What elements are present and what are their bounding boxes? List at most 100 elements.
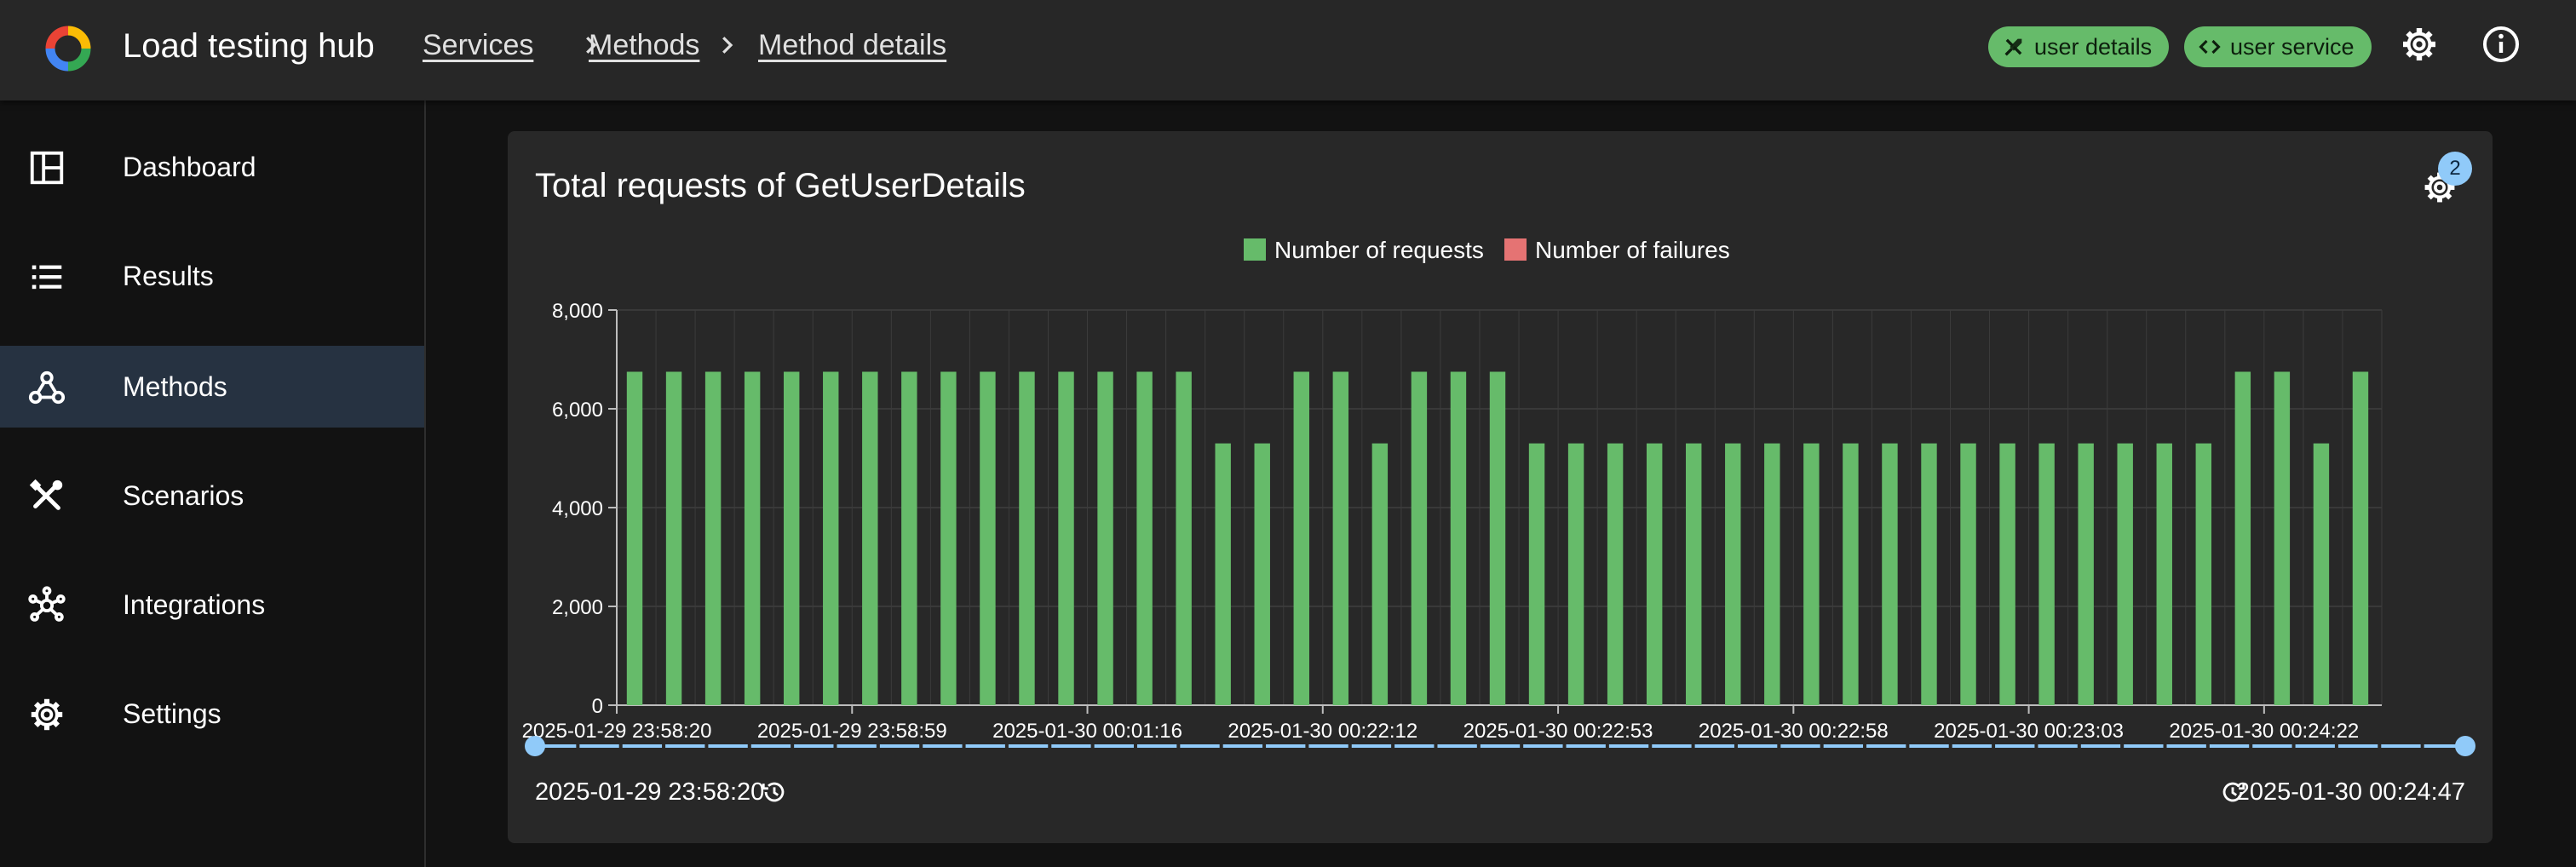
- service-chip[interactable]: user service: [2184, 26, 2372, 67]
- requests-bar: [2313, 443, 2330, 705]
- requests-bar: [1882, 443, 1898, 705]
- x-tick-label: 2025-01-29 23:58:59: [757, 720, 947, 743]
- requests-bar: [1686, 443, 1702, 705]
- requests-bar: [1371, 443, 1389, 705]
- requests-bar: [1450, 371, 1467, 705]
- requests-bar: [901, 371, 917, 705]
- tools-icon: [2004, 38, 2022, 56]
- requests-bar: [1960, 443, 1976, 705]
- requests-bar: [1254, 443, 1270, 705]
- app-title[interactable]: Load testing hub: [123, 22, 375, 70]
- requests-bar: [823, 371, 839, 705]
- sidebar-item-label: Integrations: [123, 589, 266, 620]
- scenario-chip[interactable]: user details: [1988, 26, 2170, 67]
- settings-icon: [31, 698, 63, 731]
- requests-bar: [1646, 443, 1663, 705]
- x-tick-label: 2025-01-29 23:58:20: [522, 720, 712, 743]
- y-tick-label: 2,000: [552, 596, 603, 619]
- code-icon: [2199, 39, 2221, 55]
- info-icon[interactable]: [2481, 24, 2521, 65]
- requests-bar: [940, 371, 957, 705]
- y-tick-label: 0: [592, 695, 603, 718]
- app-bar: Load testing hub Services Methods Method…: [0, 0, 2576, 100]
- requests-bar: [1567, 443, 1584, 705]
- chevron-right-icon: [722, 37, 733, 54]
- requests-bar: [2117, 443, 2133, 705]
- requests-bar: [1058, 371, 1074, 705]
- sidebar-item-settings[interactable]: Settings: [0, 673, 424, 755]
- requests-bar: [2234, 371, 2251, 705]
- requests-bar: [1176, 371, 1192, 705]
- requests-bar: [1411, 371, 1428, 705]
- requests-bar: [862, 371, 878, 705]
- requests-bar: [2274, 371, 2291, 705]
- legend-swatch: [1244, 238, 1266, 261]
- requests-bar: [783, 371, 800, 705]
- hub-icon: [28, 586, 66, 622]
- y-tick-label: 6,000: [552, 399, 603, 422]
- requests-bar: [2078, 443, 2094, 705]
- sidebar-item-label: Settings: [123, 698, 221, 729]
- sidebar-item-methods[interactable]: Methods: [0, 346, 424, 428]
- sidebar-item-label: Results: [123, 261, 214, 291]
- requests-bar: [1293, 371, 1309, 705]
- requests-bar-chart: 0 2,000 4,000 6,000 8,000 2025-01-29 23:58:20…: [522, 237, 2475, 756]
- range-end-label: 2025-01-30 00:24:47: [2235, 778, 2465, 806]
- service-chip-label: user service: [2230, 34, 2355, 60]
- sidebar-item-results[interactable]: Results: [0, 235, 424, 317]
- sidebar-item-scenarios[interactable]: Scenarios: [0, 455, 424, 537]
- breadcrumb-methods-link[interactable]: Methods: [589, 26, 699, 65]
- requests-bar: [980, 371, 996, 705]
- x-tick-label: 2025-01-30 00:23:03: [1934, 720, 2124, 743]
- legend-label: Number of requests: [1274, 237, 1484, 263]
- dashboard-icon: [30, 151, 64, 185]
- legend-swatch: [1504, 238, 1527, 261]
- requests-bar: [1332, 371, 1349, 705]
- requests-bar: [1764, 443, 1780, 705]
- requests-bar: [1528, 443, 1545, 705]
- requests-bar: [1215, 443, 1231, 705]
- chart-card: Total requests of GetUserDetails 2 0 2,00…: [508, 131, 2493, 843]
- sidebar-item-dashboard[interactable]: Dashboard: [0, 126, 424, 208]
- x-tick-label: 2025-01-30 00:22:12: [1228, 720, 1417, 743]
- requests-bar: [704, 371, 722, 705]
- app-logo-icon[interactable]: [43, 23, 94, 74]
- y-tick-label: 8,000: [552, 300, 603, 323]
- requests-bar: [1725, 443, 1741, 705]
- y-tick-label: 4,000: [552, 497, 603, 520]
- scenario-chip-label: user details: [2034, 34, 2153, 60]
- requests-bar: [2195, 443, 2212, 705]
- requests-bar: [1607, 443, 1624, 705]
- list-icon: [32, 265, 62, 290]
- sidebar-item-label: Methods: [123, 371, 227, 402]
- breadcrumb-method-details-link[interactable]: Method details: [758, 26, 946, 65]
- requests-bar: [1921, 443, 1937, 705]
- requests-bar: [1803, 443, 1820, 705]
- x-tick-label: 2025-01-30 00:22:53: [1463, 720, 1653, 743]
- x-tick-label: 2025-01-30 00:22:58: [1699, 720, 1889, 743]
- tools-icon: [29, 479, 63, 510]
- sidebar-item-label: Dashboard: [123, 152, 256, 182]
- main-content: Total requests of GetUserDetails 2 0 2,00…: [426, 100, 2576, 867]
- sidebar: Dashboard Results Methods Scenarios Inte…: [0, 100, 426, 867]
- requests-bar: [1489, 371, 1506, 705]
- requests-bar: [1843, 443, 1859, 705]
- range-start-handle[interactable]: [525, 736, 545, 756]
- settings-icon[interactable]: [2399, 24, 2440, 65]
- requests-bar: [1999, 443, 2015, 705]
- sidebar-item-label: Scenarios: [123, 480, 244, 511]
- webhook-icon: [28, 370, 66, 405]
- requests-bar: [2352, 371, 2369, 705]
- requests-bar: [1097, 371, 1113, 705]
- requests-bar: [626, 371, 643, 705]
- sidebar-item-integrations[interactable]: Integrations: [0, 564, 424, 646]
- requests-bar: [665, 371, 682, 705]
- x-tick-label: 2025-01-30 00:01:16: [992, 720, 1182, 743]
- requests-bar: [744, 371, 761, 705]
- history-icon: [762, 782, 785, 802]
- range-end-handle[interactable]: [2455, 736, 2475, 756]
- breadcrumb-services-link[interactable]: Services: [423, 26, 533, 65]
- requests-bar: [2156, 443, 2172, 705]
- range-start-label: 2025-01-29 23:58:20: [535, 778, 765, 806]
- requests-bar: [1136, 371, 1153, 705]
